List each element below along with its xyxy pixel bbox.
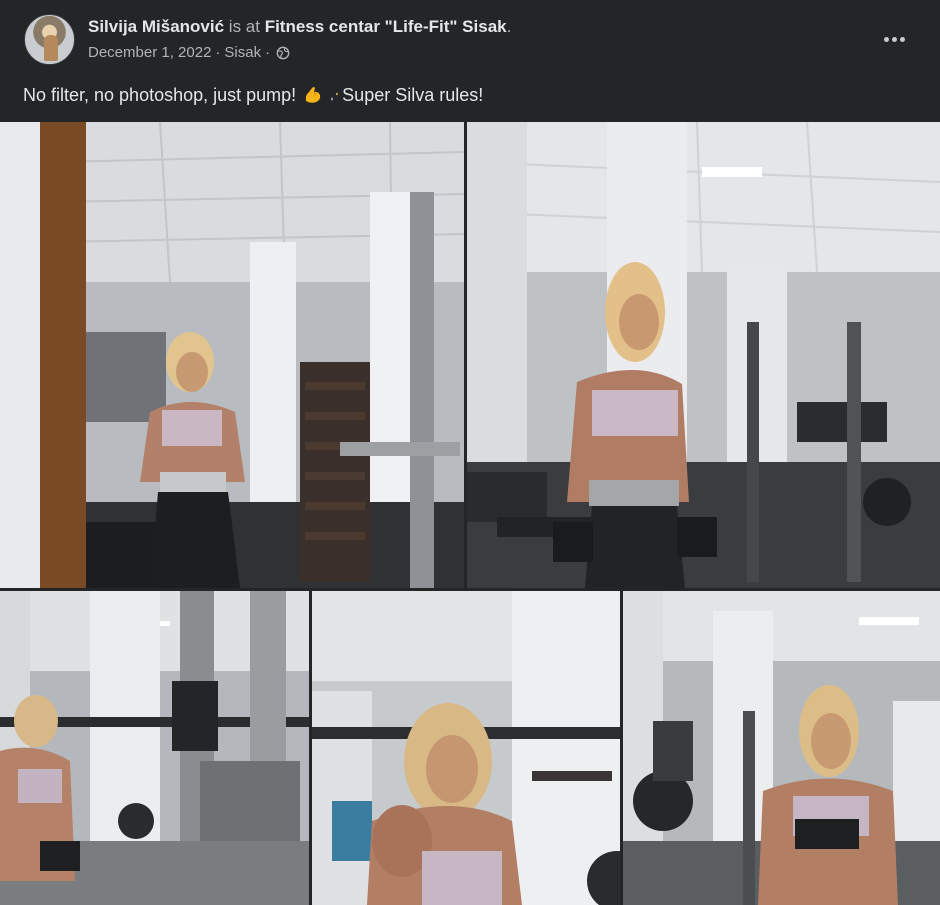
gym-selfie-mirror[interactable] (0, 122, 464, 588)
author-avatar[interactable] (24, 14, 75, 65)
sparkles-emoji (327, 88, 341, 102)
post-title-line: Silvija Mišanović is at Fitness centar "… (88, 16, 511, 38)
meta-separator: · (265, 44, 271, 61)
flexed-biceps-emoji (302, 84, 324, 106)
post-caption: No filter, no photoshop, just pump! Supe… (23, 83, 483, 107)
photo-grid (0, 122, 940, 905)
title-period: . (506, 17, 512, 36)
more-options-icon[interactable] (876, 24, 912, 54)
location-link[interactable]: Sisak (224, 43, 261, 63)
post-date-link[interactable]: December 1, 2022 (88, 43, 211, 63)
globe-icon[interactable] (276, 46, 290, 60)
checkin-connector: is at (224, 17, 265, 36)
place-link[interactable]: Fitness centar "Life-Fit" Sisak (265, 17, 507, 36)
post-meta: December 1, 2022 · Sisak · (88, 43, 290, 63)
gym-selfie-smith-machine[interactable] (0, 591, 309, 905)
meta-separator: · (215, 44, 221, 61)
post-header: Silvija Mišanović is at Fitness centar "… (0, 0, 940, 78)
gym-selfie-flex-wide[interactable] (623, 591, 940, 905)
author-name-link[interactable]: Silvija Mišanović (88, 17, 224, 36)
caption-text-before: No filter, no photoshop, just pump! (23, 85, 297, 105)
gym-selfie-dumbbells[interactable] (467, 122, 940, 588)
caption-text-after: Super Silva rules! (342, 85, 484, 105)
gym-selfie-flex-close[interactable] (312, 591, 620, 905)
